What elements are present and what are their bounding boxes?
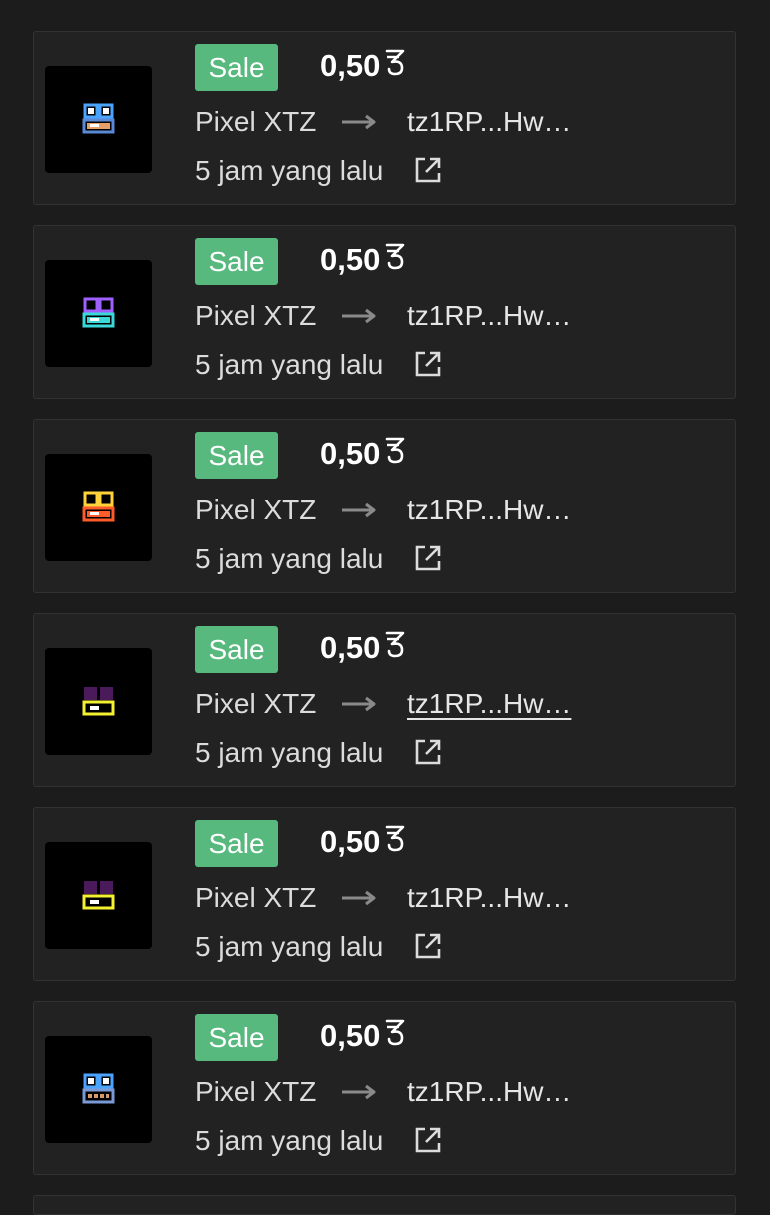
buyer-address-link[interactable]: tz1RP...Hw… (407, 492, 571, 528)
timestamp: 5 jam yang lalu (195, 931, 384, 962)
token-thumbnail[interactable] (45, 1036, 152, 1143)
token-thumbnail[interactable] (45, 454, 152, 561)
activity-card: Sale 0,50 Pixel XTZ tz1RP...Hw… 5 jam ya… (33, 31, 736, 205)
tezos-icon (384, 46, 406, 86)
buyer-address-link[interactable]: tz1RP...Hw… (407, 880, 571, 916)
seller-name[interactable]: Pixel XTZ (195, 686, 316, 722)
external-link-icon[interactable] (414, 156, 442, 189)
external-link-icon[interactable] (414, 932, 442, 965)
arrow-right-icon (340, 1082, 378, 1107)
external-link-icon[interactable] (414, 738, 442, 771)
seller-name[interactable]: Pixel XTZ (195, 880, 316, 916)
price-value: 0,50 (320, 824, 381, 859)
price-value: 0,50 (320, 436, 381, 471)
tezos-icon (384, 628, 406, 668)
arrow-right-icon (340, 306, 378, 331)
tezos-icon (384, 434, 406, 474)
sale-badge: Sale (195, 44, 278, 91)
sale-badge: Sale (195, 238, 278, 285)
next-activity-card-partial (33, 1195, 736, 1215)
timestamp: 5 jam yang lalu (195, 1125, 384, 1156)
seller-name[interactable]: Pixel XTZ (195, 104, 316, 140)
price: 0,50 (320, 240, 406, 280)
tezos-icon (384, 1016, 406, 1056)
seller-name[interactable]: Pixel XTZ (195, 298, 316, 334)
external-link-icon[interactable] (414, 544, 442, 577)
pixel-face-art (82, 881, 115, 910)
pixel-face-art (82, 1073, 115, 1104)
seller-name[interactable]: Pixel XTZ (195, 1074, 316, 1110)
tezos-icon (384, 822, 406, 862)
price: 0,50 (320, 46, 406, 86)
activity-list: Sale 0,50 Pixel XTZ tz1RP...Hw… 5 jam ya… (33, 31, 738, 1195)
activity-card: Sale 0,50 Pixel XTZ tz1RP...Hw… 5 jam ya… (33, 225, 736, 399)
pixel-face-art (82, 491, 115, 522)
price-value: 0,50 (320, 48, 381, 83)
arrow-right-icon (340, 888, 378, 913)
buyer-address-link[interactable]: tz1RP...Hw… (407, 1074, 571, 1110)
price: 0,50 (320, 1016, 406, 1056)
seller-name[interactable]: Pixel XTZ (195, 492, 316, 528)
timestamp: 5 jam yang lalu (195, 349, 384, 380)
price-value: 0,50 (320, 1018, 381, 1053)
price: 0,50 (320, 434, 406, 474)
sale-badge: Sale (195, 820, 278, 867)
price: 0,50 (320, 628, 406, 668)
timestamp: 5 jam yang lalu (195, 155, 384, 186)
pixel-face-art (82, 687, 115, 716)
buyer-address-link[interactable]: tz1RP...Hw… (407, 686, 571, 722)
activity-card: Sale 0,50 Pixel XTZ tz1RP...Hw… 5 jam ya… (33, 419, 736, 593)
token-thumbnail[interactable] (45, 260, 152, 367)
price-value: 0,50 (320, 242, 381, 277)
token-thumbnail[interactable] (45, 66, 152, 173)
pixel-face-art (82, 103, 115, 134)
external-link-icon[interactable] (414, 350, 442, 383)
external-link-icon[interactable] (414, 1126, 442, 1159)
token-thumbnail[interactable] (45, 648, 152, 755)
price: 0,50 (320, 822, 406, 862)
sale-badge: Sale (195, 432, 278, 479)
arrow-right-icon (340, 112, 378, 137)
pixel-face-art (82, 297, 115, 328)
activity-card: Sale 0,50 Pixel XTZ tz1RP...Hw… 5 jam ya… (33, 807, 736, 981)
arrow-right-icon (340, 694, 378, 719)
token-thumbnail[interactable] (45, 842, 152, 949)
activity-card: Sale 0,50 Pixel XTZ tz1RP...Hw… 5 jam ya… (33, 613, 736, 787)
sale-badge: Sale (195, 626, 278, 673)
activity-card: Sale 0,50 Pixel XTZ tz1RP...Hw… 5 jam ya… (33, 1001, 736, 1175)
sale-badge: Sale (195, 1014, 278, 1061)
timestamp: 5 jam yang lalu (195, 737, 384, 768)
buyer-address-link[interactable]: tz1RP...Hw… (407, 104, 571, 140)
price-value: 0,50 (320, 630, 381, 665)
timestamp: 5 jam yang lalu (195, 543, 384, 574)
buyer-address-link[interactable]: tz1RP...Hw… (407, 298, 571, 334)
tezos-icon (384, 240, 406, 280)
arrow-right-icon (340, 500, 378, 525)
